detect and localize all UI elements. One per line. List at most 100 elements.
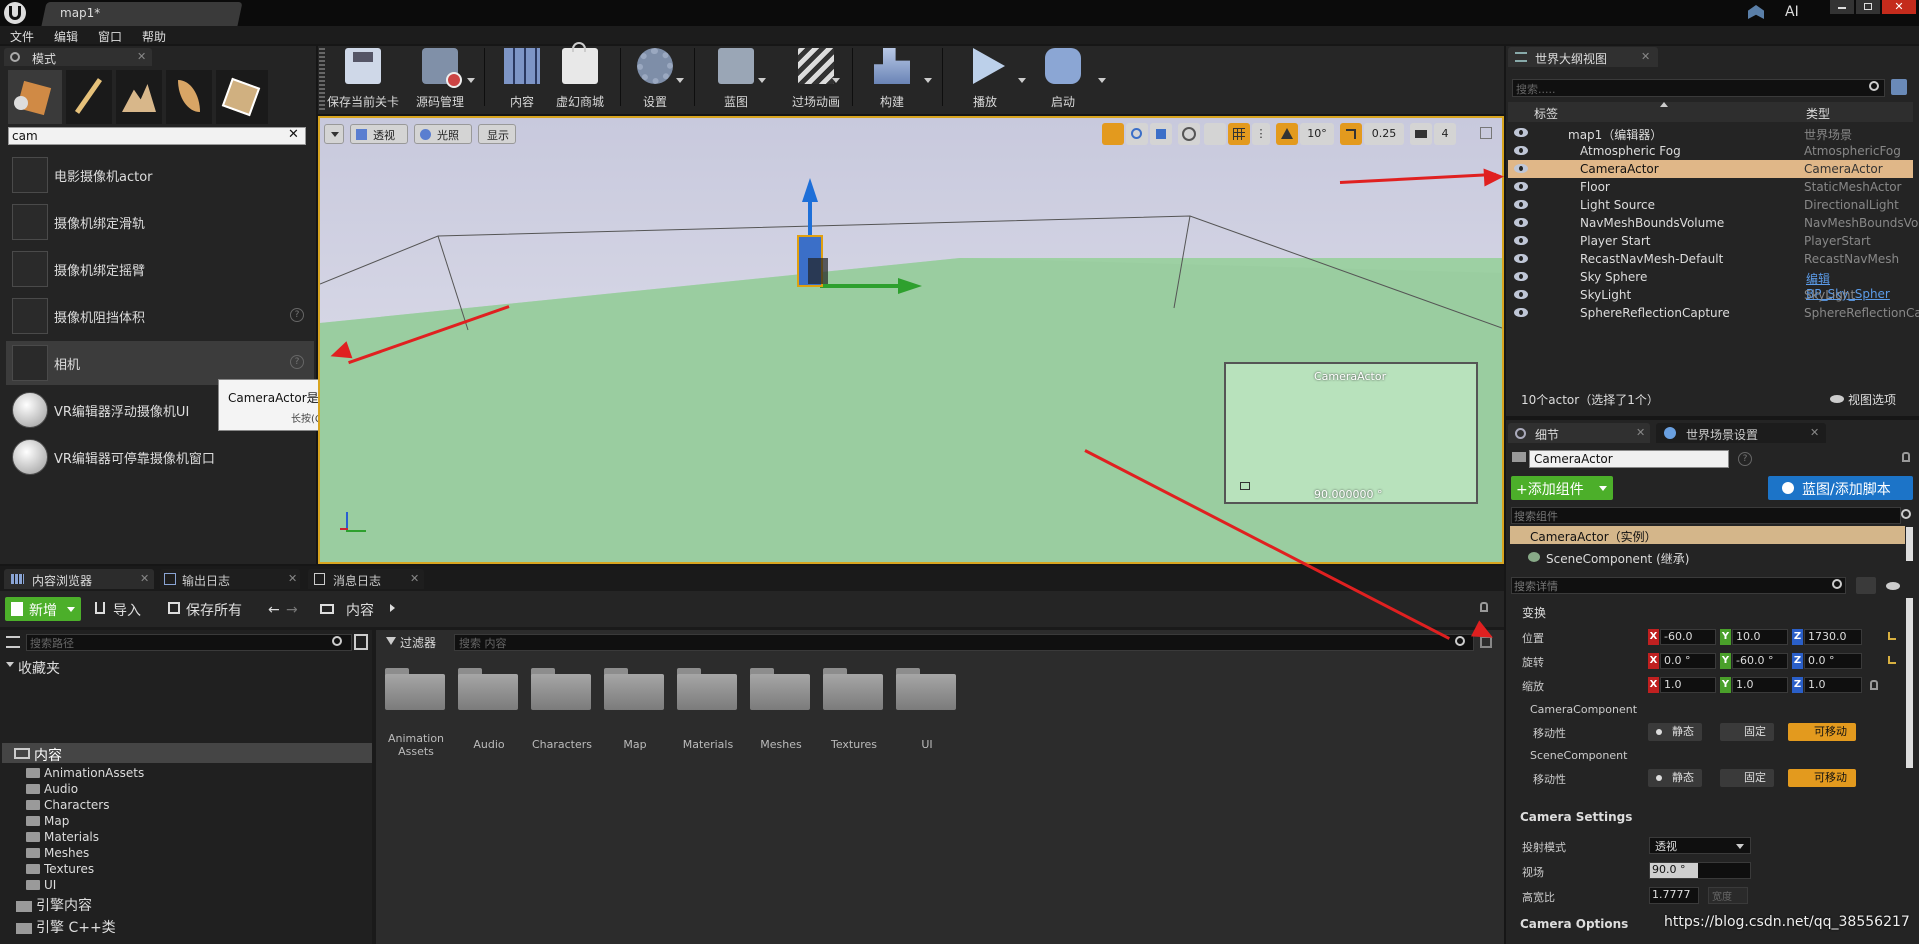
visibility-eye-icon[interactable] bbox=[1514, 128, 1528, 137]
visibility-eye-icon[interactable] bbox=[1514, 218, 1528, 227]
scale-z-input[interactable]: 1.0 bbox=[1804, 677, 1862, 693]
tab-close-icon[interactable]: ✕ bbox=[288, 572, 297, 585]
tab-close-icon[interactable]: ✕ bbox=[410, 572, 419, 585]
mobility-stationary-button[interactable]: 固定 bbox=[1720, 723, 1774, 741]
tree-item-audio[interactable]: Audio bbox=[26, 782, 78, 796]
tree-item-materials[interactable]: Materials bbox=[26, 830, 99, 844]
outliner-row-skylight[interactable]: SkyLight SkyLight bbox=[1508, 286, 1913, 304]
outliner-row-map[interactable]: map1（编辑器） 世界场景 bbox=[1508, 124, 1913, 142]
details-scrollbar[interactable] bbox=[1906, 527, 1913, 561]
mode-place-button[interactable] bbox=[8, 70, 62, 124]
launch-button[interactable]: 启动 bbox=[1030, 42, 1096, 112]
back-arrow-icon[interactable]: ← bbox=[268, 602, 280, 618]
blueprints-button[interactable]: 蓝图 bbox=[700, 42, 772, 112]
translate-tool-button[interactable] bbox=[1102, 123, 1124, 145]
rotation-y-input[interactable]: -60.0 ° bbox=[1732, 653, 1788, 669]
help-icon[interactable]: ? bbox=[290, 355, 304, 369]
grid-snap-icon[interactable] bbox=[1228, 123, 1250, 145]
mode-item-cine-camera[interactable]: 电影摄像机actor bbox=[6, 153, 314, 197]
build-button[interactable]: 构建 bbox=[856, 42, 928, 112]
scale-snap-icon[interactable] bbox=[1340, 123, 1362, 145]
lit-button[interactable]: 光照 bbox=[414, 124, 472, 144]
chevron-right-icon[interactable] bbox=[390, 604, 395, 612]
search-path-input[interactable] bbox=[26, 634, 352, 651]
engine-content-row[interactable]: 引擎内容 bbox=[16, 895, 92, 915]
details-tab[interactable] bbox=[1508, 423, 1650, 443]
outliner-row-reflection[interactable]: SphereReflectionCapture SphereReflectionC… bbox=[1508, 304, 1919, 322]
close-button[interactable]: ✕ bbox=[1882, 0, 1916, 14]
help-icon[interactable]: ? bbox=[1738, 452, 1752, 466]
mobility-static-button[interactable]: 静态 bbox=[1648, 769, 1702, 787]
save-all-button[interactable]: 保存所有 bbox=[186, 600, 242, 620]
settings-button[interactable]: 设置 bbox=[626, 42, 684, 112]
lock-icon[interactable] bbox=[1902, 452, 1910, 462]
visibility-eye-icon[interactable] bbox=[1514, 236, 1528, 245]
mode-item-camera-crane[interactable]: 摄像机绑定摇臂 bbox=[6, 247, 314, 291]
lock-icon[interactable] bbox=[1480, 602, 1488, 612]
visibility-eye-icon[interactable] bbox=[1514, 182, 1528, 191]
minimize-button[interactable] bbox=[1830, 0, 1854, 14]
folder-map[interactable] bbox=[604, 668, 666, 710]
reset-arrow-icon[interactable] bbox=[1888, 632, 1896, 640]
engine-cpp-row[interactable]: 引擎 C++类 bbox=[16, 917, 116, 937]
location-y-input[interactable]: 10.0 bbox=[1732, 629, 1788, 645]
mobility-movable-button[interactable]: 可移动 bbox=[1788, 723, 1856, 741]
scale-lock-icon[interactable] bbox=[1870, 680, 1878, 690]
outliner-row-player-start[interactable]: Player Start PlayerStart bbox=[1508, 232, 1913, 250]
folder-ui[interactable] bbox=[896, 668, 958, 710]
favorites-label[interactable]: 收藏夹 bbox=[18, 658, 60, 678]
surface-snap-icon[interactable] bbox=[1204, 123, 1226, 145]
tree-item-ui[interactable]: UI bbox=[26, 878, 56, 892]
modes-tab-close-icon[interactable]: ✕ bbox=[137, 50, 146, 63]
outliner-row-camera[interactable]: CameraActor CameraActor bbox=[1508, 160, 1913, 178]
reset-arrow-icon[interactable] bbox=[1888, 656, 1896, 664]
forward-arrow-icon[interactable]: → bbox=[286, 602, 298, 618]
camera-speed-value[interactable]: 4 bbox=[1434, 123, 1456, 145]
rotation-z-input[interactable]: 0.0 ° bbox=[1804, 653, 1862, 669]
filter-button[interactable]: 过滤器 bbox=[386, 634, 448, 651]
tab-close-icon[interactable]: ✕ bbox=[140, 572, 149, 585]
mode-foliage-button[interactable] bbox=[166, 70, 212, 124]
outliner-row-navmesh-bounds[interactable]: NavMeshBoundsVolume NavMeshBoundsVol bbox=[1508, 214, 1919, 232]
details-scrollbar-2[interactable] bbox=[1906, 598, 1913, 768]
outliner-view-options[interactable]: 视图选项 bbox=[1848, 391, 1896, 408]
rotate-tool-icon[interactable] bbox=[1126, 123, 1148, 145]
outliner-row-light[interactable]: Light Source DirectionalLight bbox=[1508, 196, 1913, 214]
outliner-col-type[interactable]: 类型 bbox=[1806, 105, 1830, 122]
rotation-label[interactable]: 旋转 bbox=[1522, 654, 1544, 670]
outliner-row-fog[interactable]: Atmospheric Fog AtmosphericFog bbox=[1508, 142, 1913, 160]
menu-file[interactable]: 文件 bbox=[10, 28, 34, 45]
visibility-eye-icon[interactable] bbox=[1514, 308, 1528, 317]
outliner-tab-close-icon[interactable]: ✕ bbox=[1641, 50, 1650, 63]
visibility-options-icon[interactable] bbox=[1886, 582, 1900, 590]
outliner-row-recast[interactable]: RecastNavMesh-Default RecastNavMesh bbox=[1508, 250, 1913, 268]
search-components-input[interactable] bbox=[1511, 507, 1901, 524]
location-label[interactable]: 位置 bbox=[1522, 630, 1544, 646]
visibility-eye-icon[interactable] bbox=[1514, 254, 1528, 263]
mode-item-camera-rail[interactable]: 摄像机绑定滑轨 bbox=[6, 200, 314, 244]
tree-item-animation-assets[interactable]: AnimationAssets bbox=[26, 766, 144, 780]
visibility-eye-icon[interactable] bbox=[1514, 290, 1528, 299]
favorites-expander-icon[interactable] bbox=[6, 662, 14, 667]
mode-landscape-button[interactable] bbox=[116, 70, 162, 124]
location-z-input[interactable]: 1730.0 bbox=[1804, 629, 1862, 645]
maximize-button[interactable] bbox=[1856, 0, 1880, 14]
folder-characters[interactable] bbox=[531, 668, 593, 710]
menu-help[interactable]: 帮助 bbox=[142, 28, 166, 45]
maximize-viewport-icon[interactable] bbox=[1480, 127, 1492, 139]
grid-size-icon[interactable]: ⋮ bbox=[1252, 123, 1270, 145]
sources-toggle-icon[interactable] bbox=[6, 636, 20, 648]
save-level-button[interactable]: 保存当前关卡 bbox=[326, 42, 400, 112]
help-icon[interactable]: ? bbox=[290, 308, 304, 322]
add-actor-icon[interactable] bbox=[1891, 79, 1907, 95]
world-settings-close-icon[interactable]: ✕ bbox=[1810, 426, 1819, 439]
camera-options-section[interactable]: Camera Options bbox=[1520, 917, 1628, 931]
mode-paint-button[interactable] bbox=[66, 70, 112, 124]
folder-audio[interactable] bbox=[458, 668, 520, 710]
source-control-button[interactable]: 源码管理 bbox=[404, 42, 476, 112]
scale-tool-icon[interactable] bbox=[1150, 123, 1172, 145]
show-button[interactable]: 显示 bbox=[478, 124, 516, 144]
property-matrix-icon[interactable] bbox=[1856, 577, 1876, 594]
mobility-movable-button[interactable]: 可移动 bbox=[1788, 769, 1856, 787]
visibility-eye-icon[interactable] bbox=[1514, 200, 1528, 209]
